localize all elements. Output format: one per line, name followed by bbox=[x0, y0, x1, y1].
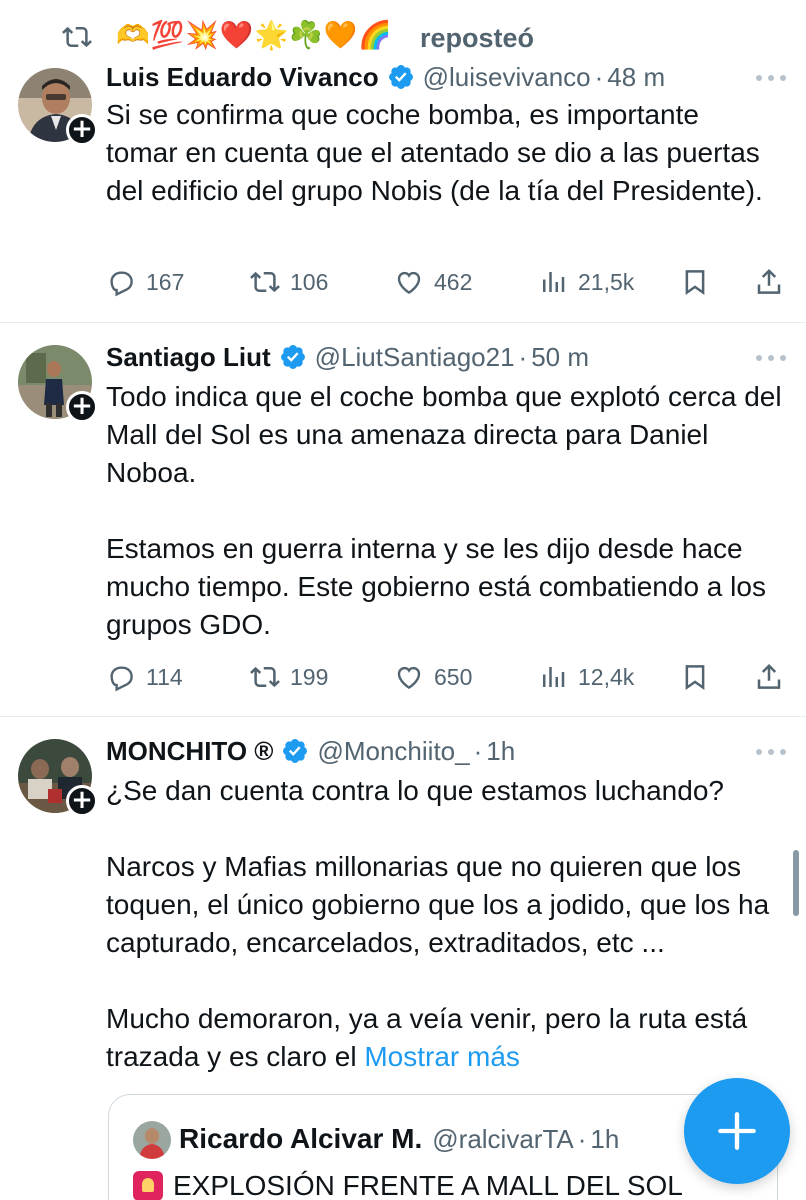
author-handle[interactable]: @LiutSantiago21 bbox=[315, 342, 515, 373]
tweet-actions: 167 106 462 21,5k bbox=[106, 262, 796, 302]
scrollbar[interactable] bbox=[793, 850, 799, 916]
quote-text: EXPLOSIÓN FRENTE A MALL DEL SOL bbox=[133, 1167, 683, 1200]
tweet-header: MONCHITO ® @Monchiito_ · 1h bbox=[106, 733, 515, 769]
tweet-text: ¿Se dan cuenta contra lo que estamos luc… bbox=[106, 772, 782, 1076]
repost-button[interactable]: 199 bbox=[250, 657, 328, 697]
like-count: 650 bbox=[434, 663, 473, 690]
views-icon bbox=[543, 667, 565, 687]
reply-count: 167 bbox=[146, 268, 185, 295]
quote-author-handle[interactable]: @ralcivarTA bbox=[432, 1124, 573, 1155]
author-handle[interactable]: @Monchiito_ bbox=[317, 736, 469, 767]
author-handle[interactable]: @luisevivanco bbox=[423, 62, 591, 93]
like-button[interactable]: 462 bbox=[394, 262, 472, 302]
quote-avatar[interactable] bbox=[133, 1121, 171, 1159]
tweet-paragraph: Estamos en guerra interna y se les dijo … bbox=[106, 533, 766, 640]
tweet-paragraph: Todo indica que el coche bomba que explo… bbox=[106, 381, 782, 488]
separator-dot: · bbox=[473, 735, 483, 766]
quote-text-content: EXPLOSIÓN FRENTE A MALL DEL SOL bbox=[173, 1170, 683, 1200]
tweet-paragraph-spacer bbox=[106, 492, 796, 530]
separator-dot: · bbox=[594, 61, 604, 92]
views-button[interactable]: 12,4k bbox=[538, 657, 634, 697]
reply-button[interactable]: 114 bbox=[106, 657, 183, 697]
reply-button[interactable]: 167 bbox=[106, 262, 184, 302]
verified-badge-icon bbox=[388, 65, 413, 89]
like-count: 462 bbox=[434, 268, 473, 295]
like-icon bbox=[397, 666, 421, 690]
tweet-header: Luis Eduardo Vivanco @luisevivanco · 48 … bbox=[106, 59, 665, 95]
tweet-paragraph-spacer bbox=[106, 962, 782, 1000]
follow-plus-button[interactable]: + bbox=[66, 391, 98, 423]
share-button[interactable] bbox=[754, 262, 794, 302]
repost-icon bbox=[250, 271, 280, 293]
share-button[interactable] bbox=[754, 657, 794, 697]
bookmark-button[interactable] bbox=[680, 657, 720, 697]
tweet-header: Santiago Liut @LiutSantiago21 · 50 m bbox=[106, 339, 589, 375]
quote-header: Ricardo Alcivar M. @ralcivarTA · 1h bbox=[179, 1121, 619, 1157]
tweet-paragraph: Si se confirma que coche bomba, es impor… bbox=[106, 99, 763, 206]
tweet-timestamp[interactable]: 48 m bbox=[607, 62, 665, 93]
reply-count: 114 bbox=[146, 663, 183, 690]
author-name[interactable]: Luis Eduardo Vivanco bbox=[106, 62, 379, 93]
quote-timestamp[interactable]: 1h bbox=[590, 1124, 619, 1155]
bookmark-icon bbox=[685, 665, 705, 691]
siren-emoji-icon bbox=[133, 1171, 163, 1200]
tweet-paragraph-last: Mucho demoraron, ya a veía venir, pero l… bbox=[106, 1000, 782, 1076]
separator-dot: · bbox=[577, 1123, 587, 1154]
views-count: 21,5k bbox=[578, 268, 635, 295]
views-count: 12,4k bbox=[578, 663, 635, 690]
more-options-icon[interactable] bbox=[756, 747, 786, 757]
verified-badge-icon bbox=[283, 739, 308, 763]
reply-icon bbox=[110, 271, 133, 297]
follow-plus-button[interactable]: + bbox=[66, 785, 98, 817]
tweet-paragraph-spacer bbox=[106, 810, 782, 848]
tweet-actions: 114 199 650 12,4k bbox=[106, 657, 796, 697]
separator-dot: · bbox=[518, 341, 528, 372]
follow-plus-button[interactable]: + bbox=[66, 114, 98, 146]
tweet-1[interactable]: + Luis Eduardo Vivanco @luisevivanco · 4… bbox=[0, 0, 806, 322]
tweet-text: Todo indica que el coche bomba que explo… bbox=[106, 378, 796, 644]
views-icon bbox=[543, 272, 565, 292]
repost-icon bbox=[250, 666, 280, 688]
bookmark-button[interactable] bbox=[680, 262, 720, 302]
compose-plus-icon bbox=[718, 1112, 756, 1150]
tweet-2[interactable]: + Santiago Liut @LiutSantiago21 · 50 m T… bbox=[0, 323, 806, 716]
more-options-icon[interactable] bbox=[756, 73, 786, 83]
like-button[interactable]: 650 bbox=[394, 657, 472, 697]
author-name[interactable]: MONCHITO ® bbox=[106, 736, 273, 767]
author-name[interactable]: Santiago Liut bbox=[106, 342, 271, 373]
compose-button[interactable] bbox=[684, 1078, 790, 1184]
verified-badge-icon bbox=[280, 345, 305, 369]
repost-count: 106 bbox=[290, 268, 329, 295]
like-icon bbox=[397, 271, 421, 295]
share-icon bbox=[757, 663, 781, 689]
quoted-tweet[interactable]: Ricardo Alcivar M. @ralcivarTA · 1h EXPL… bbox=[108, 1094, 778, 1200]
repost-count: 199 bbox=[290, 663, 329, 690]
quote-author-name[interactable]: Ricardo Alcivar M. bbox=[179, 1123, 422, 1155]
show-more-link[interactable]: Mostrar más bbox=[364, 1041, 520, 1072]
more-options-icon[interactable] bbox=[756, 353, 786, 363]
repost-button[interactable]: 106 bbox=[250, 262, 328, 302]
tweet-paragraph: ¿Se dan cuenta contra lo que estamos luc… bbox=[106, 775, 724, 806]
bookmark-icon bbox=[685, 270, 705, 296]
tweet-text: Si se confirma que coche bomba, es impor… bbox=[106, 96, 766, 210]
reply-icon bbox=[110, 666, 133, 692]
tweet-timestamp[interactable]: 1h bbox=[486, 736, 515, 767]
tweet-timestamp[interactable]: 50 m bbox=[531, 342, 589, 373]
share-icon bbox=[757, 268, 781, 294]
tweet-paragraph: Narcos y Mafias millonarias que no quier… bbox=[106, 851, 770, 958]
views-button[interactable]: 21,5k bbox=[538, 262, 634, 302]
